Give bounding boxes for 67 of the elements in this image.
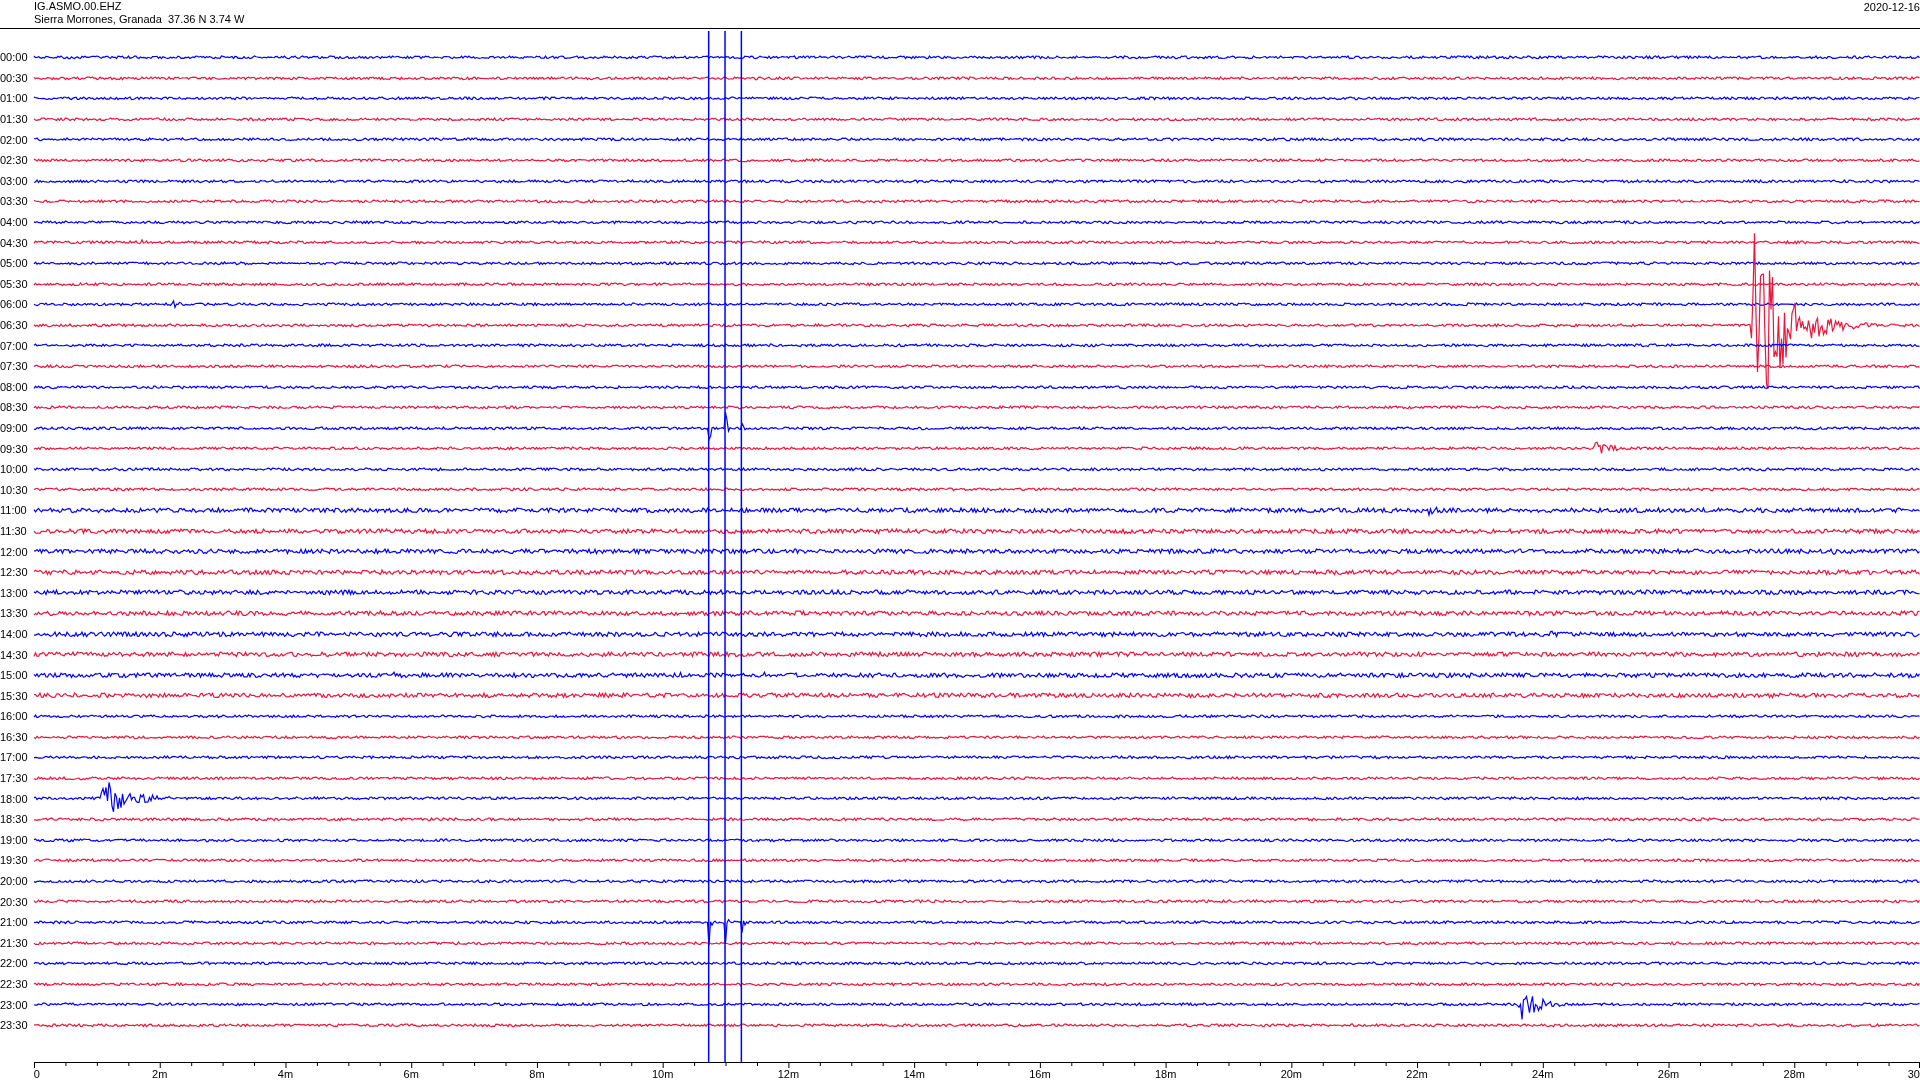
time-label: 23:30 (0, 1019, 29, 1032)
time-label: 05:00 (0, 257, 29, 270)
time-label: 14:00 (0, 627, 29, 640)
time-label: 09:00 (0, 422, 29, 434)
time-label: 11:00 (0, 504, 28, 517)
station-code: IG.ASMO.00.EHZ (34, 0, 123, 13)
time-label: 23:00 (0, 998, 29, 1011)
time-label: 07:30 (0, 360, 29, 373)
time-label: 17:00 (0, 751, 29, 764)
time-label: 20:00 (0, 875, 29, 888)
axis-label: 20m (1280, 1068, 1303, 1080)
axis-label: 4m (277, 1068, 294, 1080)
time-label: 00:30 (0, 71, 29, 84)
axis-label: 0 (33, 1068, 40, 1080)
axis-label: 16m (1029, 1068, 1051, 1080)
time-label: 15:00 (0, 669, 29, 682)
axis-label: 12m (777, 1068, 800, 1080)
axis-label: 2m (152, 1068, 168, 1080)
time-label: 11:30 (0, 524, 28, 537)
record-date: 2020-12-16 (1863, 0, 1920, 15)
time-label: 22:30 (0, 978, 29, 990)
time-label: 03:30 (0, 195, 29, 208)
time-label: 01:00 (0, 92, 29, 105)
time-label: 07:00 (0, 339, 29, 352)
time-label: 06:00 (0, 298, 29, 311)
time-label: 12:00 (0, 545, 29, 558)
time-label: 06:30 (0, 319, 29, 331)
time-label: 08:30 (0, 401, 29, 414)
time-label: 09:30 (0, 442, 29, 455)
time-label: 05:30 (0, 277, 29, 290)
time-label: 13:30 (0, 607, 29, 620)
time-label: 04:30 (0, 236, 29, 249)
axis-label: 26m (1657, 1068, 1680, 1080)
time-label: 19:30 (0, 854, 29, 867)
time-label: 17:30 (0, 772, 29, 785)
time-label: 16:00 (0, 710, 29, 723)
time-label: 18:00 (0, 792, 29, 805)
axis-label: 10m (651, 1068, 674, 1080)
time-label: 16:30 (0, 730, 29, 743)
axis-label: 24m (1532, 1068, 1554, 1080)
time-label: 12:30 (0, 566, 29, 579)
time-label: 20:30 (0, 895, 29, 908)
station-location: Sierra Morrones, Granada 37.36 N 3.74 W (34, 13, 245, 26)
axis-label: 28m (1783, 1068, 1805, 1080)
time-label: 08:00 (0, 380, 29, 393)
time-label: 02:30 (0, 154, 29, 167)
time-label: 01:30 (0, 113, 29, 126)
time-label: 21:00 (0, 916, 29, 929)
time-label: 18:30 (0, 813, 29, 826)
axis-label: 14m (903, 1068, 925, 1080)
axis-label: 6m (403, 1068, 419, 1080)
time-label: 15:30 (0, 689, 29, 702)
time-label: 22:00 (0, 957, 29, 970)
time-label: 02:00 (0, 133, 29, 146)
time-label: 13:00 (0, 586, 29, 599)
time-label: 10:30 (0, 483, 29, 496)
time-label: 21:30 (0, 936, 29, 949)
axis-label: 30 (1907, 1068, 1920, 1080)
time-label: 03:00 (0, 174, 29, 187)
axis-label: 8m (529, 1068, 545, 1080)
time-label: 04:00 (0, 216, 29, 229)
axis-label: 18m (1154, 1068, 1177, 1080)
time-label: 14:30 (0, 648, 29, 661)
time-label: 19:00 (0, 833, 29, 846)
time-label: 00:00 (0, 51, 29, 64)
time-label: 10:00 (0, 463, 29, 476)
axis-label: 22m (1406, 1068, 1428, 1080)
